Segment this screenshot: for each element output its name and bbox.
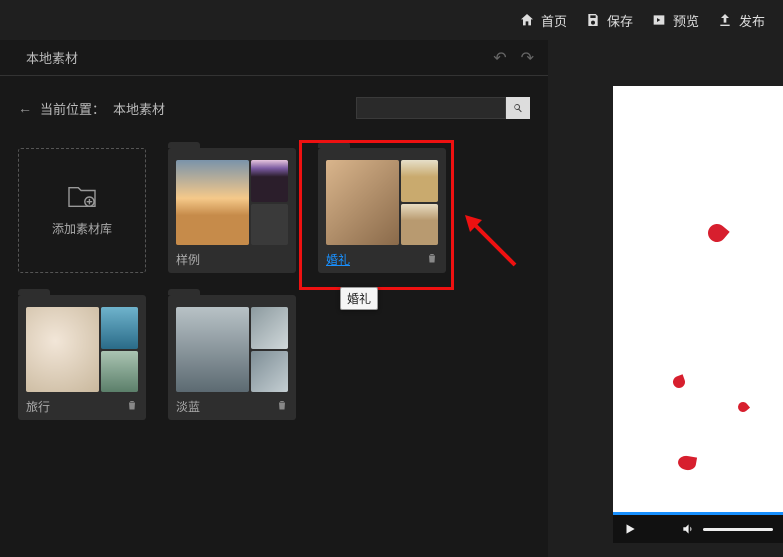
back-arrow-icon[interactable]: ← — [18, 100, 32, 116]
add-library-label: 添加素材库 — [52, 220, 112, 237]
thumbnail — [251, 204, 288, 246]
top-toolbar: 首页 保存 预览 发布 — [0, 0, 783, 40]
upload-icon — [717, 12, 733, 28]
petal-graphic — [736, 400, 750, 414]
thumbnail — [251, 307, 288, 349]
thumbnail — [251, 160, 288, 202]
folder-card[interactable]: 样例 — [168, 148, 296, 273]
thumbnail — [176, 160, 249, 245]
volume-slider[interactable] — [703, 528, 773, 531]
folder-card[interactable]: 旅行 — [18, 295, 146, 420]
folder-name: 婚礼 — [326, 251, 350, 268]
folder-card[interactable]: 淡蓝 — [168, 295, 296, 420]
folder-name: 样例 — [176, 251, 200, 268]
breadcrumb: ← 当前位置： 本地素材 — [0, 88, 548, 128]
trash-icon — [126, 399, 138, 411]
preview-pane — [548, 40, 783, 557]
thumbnail — [176, 307, 249, 392]
preview-label: 预览 — [673, 11, 699, 30]
redo-button[interactable]: ↷ — [521, 48, 534, 68]
add-library-card[interactable]: 添加素材库 — [18, 148, 146, 273]
material-panel: 本地素材 ↶ ↷ ← 当前位置： 本地素材 — [0, 40, 548, 557]
video-controls — [613, 515, 783, 543]
folder-grid: 添加素材库 样例 — [0, 128, 548, 440]
delete-folder-button[interactable] — [426, 252, 438, 267]
preview-button[interactable]: 预览 — [651, 11, 699, 30]
breadcrumb-label: 当前位置： — [40, 99, 105, 118]
play-button[interactable] — [623, 522, 637, 536]
delete-folder-button[interactable] — [276, 399, 288, 414]
save-icon — [585, 12, 601, 28]
petal-graphic — [677, 455, 697, 472]
publish-label: 发布 — [739, 11, 765, 30]
video-preview[interactable] — [613, 86, 783, 515]
tooltip: 婚礼 — [340, 287, 378, 310]
volume-button[interactable] — [681, 522, 695, 536]
delete-folder-button[interactable] — [126, 399, 138, 414]
home-button[interactable]: 首页 — [519, 11, 567, 30]
thumbnail — [101, 307, 138, 349]
folder-name: 淡蓝 — [176, 398, 200, 415]
home-label: 首页 — [541, 11, 567, 30]
breadcrumb-current: 本地素材 — [113, 99, 165, 118]
trash-icon — [426, 252, 438, 264]
search-icon — [512, 102, 524, 114]
thumbnail — [101, 351, 138, 393]
tab-local-material[interactable]: 本地素材 — [14, 40, 90, 75]
search-input[interactable] — [356, 97, 506, 119]
folder-name: 旅行 — [26, 398, 50, 415]
publish-button[interactable]: 发布 — [717, 11, 765, 30]
thumbnail — [26, 307, 99, 392]
preview-icon — [651, 12, 667, 28]
petal-graphic — [704, 220, 729, 245]
undo-button[interactable]: ↶ — [493, 48, 506, 68]
search-button[interactable] — [506, 97, 530, 119]
thumbnail — [251, 351, 288, 393]
thumbnail — [401, 160, 438, 202]
home-icon — [519, 12, 535, 28]
save-button[interactable]: 保存 — [585, 11, 633, 30]
thumbnail — [401, 204, 438, 246]
thumbnail — [326, 160, 399, 245]
folder-plus-icon — [67, 184, 97, 210]
save-label: 保存 — [607, 11, 633, 30]
video-progress[interactable] — [613, 512, 783, 515]
trash-icon — [276, 399, 288, 411]
folder-card[interactable]: 婚礼 — [318, 148, 446, 273]
petal-graphic — [671, 374, 686, 389]
